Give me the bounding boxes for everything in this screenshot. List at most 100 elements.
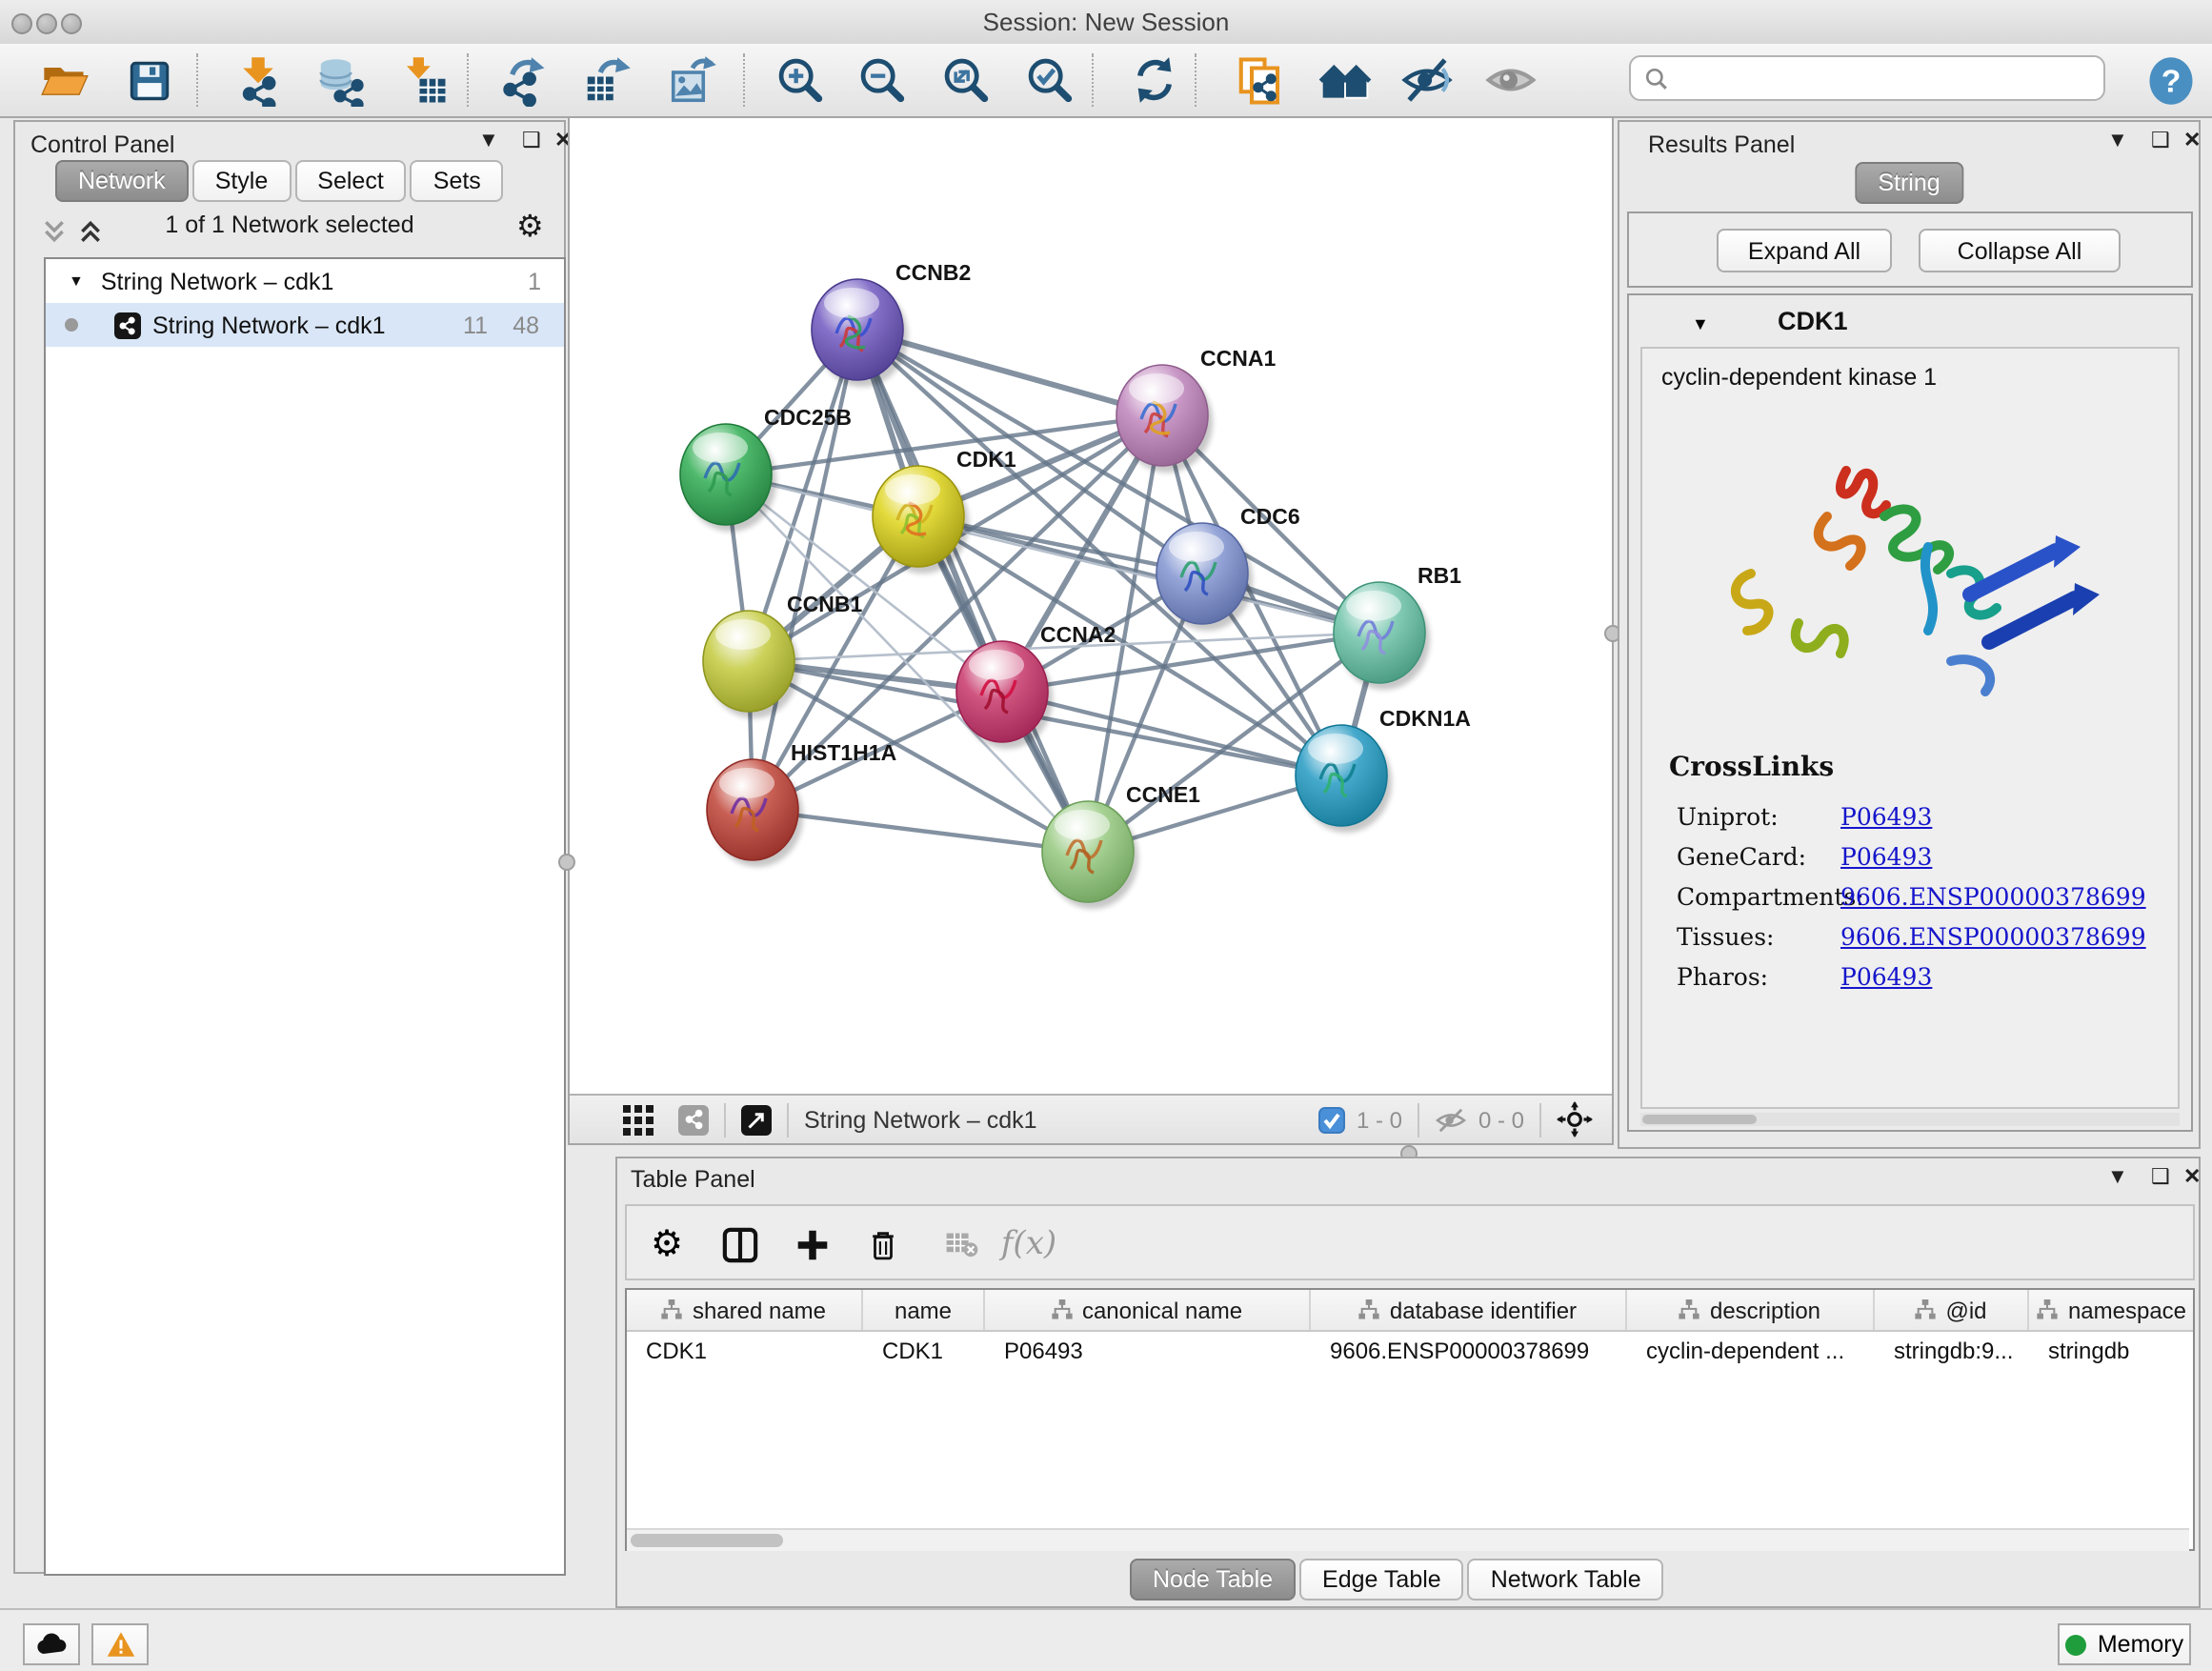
control-panel: Control Panel ▼ ❑ ✕ NetworkStyleSelectSe… [13,120,566,1574]
table-row[interactable]: CDK1CDK1P064939606.ENSP00000378699cyclin… [627,1332,2193,1372]
hide-selected-button[interactable] [1398,51,1456,109]
column-header-database-identifier[interactable]: database identifier [1311,1290,1627,1330]
results-panel-float-button[interactable]: ▼ [2107,131,2128,152]
crosslink-link[interactable]: P06493 [1840,962,1932,991]
zoom-in-button[interactable] [772,51,829,109]
node-label-CCNA2: CCNA2 [1040,622,1116,647]
import-network-database-button[interactable] [311,51,368,109]
cloud-button[interactable] [23,1623,80,1665]
table-hscrollbar-thumb[interactable] [631,1534,783,1547]
node-count: 11 [463,312,488,338]
warnings-button[interactable] [91,1623,149,1665]
tab-node-table[interactable]: Node Table [1130,1559,1296,1601]
table-cell: stringdb:9... [1875,1332,2029,1372]
column-header-shared-name[interactable]: shared name [627,1290,863,1330]
table-settings-gear-icon[interactable]: ⚙ [642,1219,692,1269]
column-header-canonical-name[interactable]: canonical name [985,1290,1311,1330]
node-CDK1[interactable] [873,466,969,574]
hidden-eye-icon[interactable] [1435,1106,1467,1133]
birds-eye-view-icon[interactable] [678,1104,709,1135]
node-CCNA1[interactable] [1116,365,1213,473]
detach-view-icon[interactable] [741,1104,772,1135]
table-panel-float-button[interactable]: ▼ [2107,1168,2128,1189]
entry-collapse-arrow-icon[interactable]: ▼ [1692,314,1709,333]
tab-select[interactable]: Select [294,160,407,202]
results-panel-close-button[interactable]: ✕ [2183,131,2201,152]
control-panel-float-button[interactable]: ▼ [478,131,499,152]
expand-all-button[interactable]: Expand All [1717,229,1892,272]
fit-selected-crosshair-icon[interactable] [1557,1101,1593,1137]
clone-network-button[interactable] [1231,51,1288,109]
cloud-icon [35,1633,68,1656]
crosslink-link[interactable]: P06493 [1840,802,1932,831]
crosslink-label: GeneCard: [1677,842,1840,871]
node-CDKN1A[interactable] [1296,725,1392,833]
column-header-namespace[interactable]: namespace [2029,1290,2195,1330]
delete-column-trash-icon[interactable] [857,1219,907,1269]
tab-edge-table[interactable]: Edge Table [1299,1559,1464,1601]
tree-expand-arrow-icon[interactable]: ▼ [69,272,84,290]
crosslink-row: Pharos:P06493 [1677,962,2182,991]
edge-CCNB2-HIST1H1A[interactable] [753,330,857,810]
table-cell: CDK1 [863,1332,985,1372]
memory-button[interactable]: Memory [2058,1623,2191,1665]
table-panel-maximize-button[interactable]: ❑ [2151,1168,2170,1189]
node-CCNE1[interactable] [1042,801,1138,909]
network-row-selected[interactable]: String Network – cdk1 11 48 [46,303,564,347]
refresh-view-button[interactable] [1126,51,1183,109]
selected-checkbox-icon[interactable] [1318,1106,1345,1133]
column-header-label: @id [1945,1297,1986,1323]
column-header-description[interactable]: description [1627,1290,1875,1330]
save-session-button[interactable] [120,51,177,109]
gear-icon[interactable]: ⚙ [516,208,544,246]
export-image-button[interactable] [663,51,720,109]
node-CCNA2[interactable] [956,641,1053,749]
crosslink-link[interactable]: P06493 [1840,842,1932,871]
expand-all-icon[interactable] [78,219,103,244]
collapse-all-icon[interactable] [42,219,67,244]
search-input[interactable] [1679,63,2086,93]
left-splitter-handle[interactable] [558,854,575,871]
results-hscrollbar-thumb[interactable] [1642,1115,1757,1124]
add-column-icon[interactable] [787,1219,836,1269]
network-selection-bar: 1 of 1 Network selected ⚙ [15,211,564,250]
tab-network-table[interactable]: Network Table [1468,1559,1664,1601]
show-all-button[interactable] [1482,51,1539,109]
export-network-button[interactable] [493,51,551,109]
network-collection-row[interactable]: ▼ String Network – cdk1 1 [46,259,564,303]
open-session-button[interactable] [36,51,93,109]
export-table-icon [580,54,632,106]
tab-string[interactable]: String [1855,162,1962,204]
tab-sets[interactable]: Sets [411,160,504,202]
node-CDC6[interactable] [1156,523,1253,631]
control-panel-maximize-button[interactable]: ❑ [522,131,541,152]
results-panel-maximize-button[interactable]: ❑ [2151,131,2170,152]
node-CDC25B[interactable] [680,424,776,532]
crosslink-link[interactable]: 9606.ENSP00000378699 [1840,922,2146,951]
import-network-file-button[interactable] [229,51,286,109]
table-panel-close-button[interactable]: ✕ [2183,1168,2201,1189]
export-table-button[interactable] [577,51,634,109]
grid-view-icon[interactable] [623,1104,654,1135]
column-header-label: description [1710,1297,1820,1323]
import-table-file-button[interactable] [394,51,452,109]
zoom-fit-button[interactable] [937,51,995,109]
node-CCNB2[interactable] [812,279,908,387]
column-header-@id[interactable]: @id [1875,1290,2029,1330]
help-button[interactable]: ? [2142,51,2199,109]
zoom-out-button[interactable] [854,51,911,109]
collapse-all-button[interactable]: Collapse All [1919,229,2121,272]
tab-network[interactable]: Network [55,160,189,202]
crosslink-link[interactable]: 9606.ENSP00000378699 [1840,882,2146,911]
first-neighbors-button[interactable] [1317,51,1374,109]
tab-style[interactable]: Style [192,160,292,202]
network-canvas[interactable]: CCNB2CCNA1CDC25BCDK1CDC6RB1CCNB1CCNA2CDK… [570,118,1612,1094]
zoom-selected-button[interactable] [1021,51,1078,109]
node-gloss [1308,734,1363,764]
edge-CCNB2-CCNE1[interactable] [857,330,1088,852]
node-label-CCNA1: CCNA1 [1200,346,1276,371]
show-columns-icon[interactable] [714,1219,764,1269]
node-label-CDC6: CDC6 [1240,504,1300,529]
node-RB1[interactable] [1334,582,1430,690]
column-header-name[interactable]: name [863,1290,985,1330]
